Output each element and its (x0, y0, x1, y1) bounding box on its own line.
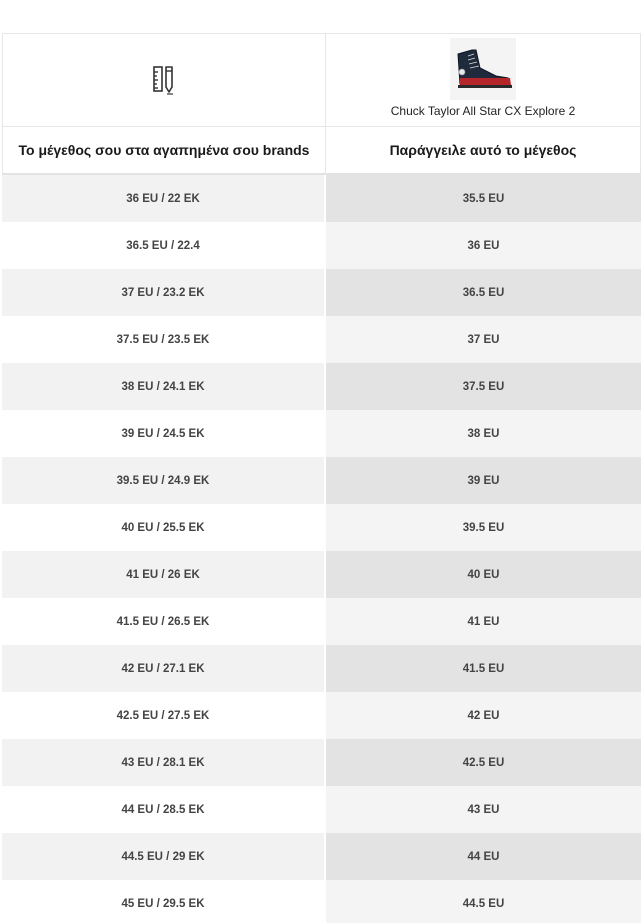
order-size-cell: 35.5 EU (326, 175, 641, 222)
order-size-cell: 43 EU (326, 786, 641, 833)
column-header-order-size: Παράγγειλε αυτό το μέγεθος (326, 127, 641, 173)
size-guide-icon-cell (2, 34, 326, 126)
order-size-cell: 37.5 EU (326, 363, 641, 410)
table-header-row: Chuck Taylor All Star CX Explore 2 (2, 34, 641, 127)
column-header-brand-size: Το μέγεθος σου στα αγαπημένα σου brands (2, 127, 326, 173)
brand-size-cell: 37 EU / 23.2 ΕΚ (2, 269, 326, 316)
size-rows: 36 EU / 22 ΕΚ 35.5 EU 36.5 EU / 22.4 36 EU 3… (2, 175, 641, 923)
table-row: 38 EU / 24.1 ΕΚ 37.5 EU (2, 363, 641, 410)
brand-size-cell: 40 EU / 25.5 ΕΚ (2, 504, 326, 551)
table-row: 40 EU / 25.5 ΕΚ 39.5 EU (2, 504, 641, 551)
order-size-cell: 36 EU (326, 222, 641, 269)
brand-size-cell: 42 EU / 27.1 ΕΚ (2, 645, 326, 692)
table-row: 37.5 EU / 23.5 ΕΚ 37 EU (2, 316, 641, 363)
brand-size-cell: 42.5 EU / 27.5 ΕΚ (2, 692, 326, 739)
order-size-cell: 42.5 EU (326, 739, 641, 786)
product-name[interactable]: Chuck Taylor All Star CX Explore 2 (391, 104, 576, 118)
sneaker-image (450, 38, 516, 100)
table-row: 37 EU / 23.2 ΕΚ 36.5 EU (2, 269, 641, 316)
order-size-cell: 44.5 EU (326, 880, 641, 923)
order-size-cell: 37 EU (326, 316, 641, 363)
order-size-cell: 36.5 EU (326, 269, 641, 316)
brand-size-cell: 36.5 EU / 22.4 (2, 222, 326, 269)
brand-size-cell: 44 EU / 28.5 ΕΚ (2, 786, 326, 833)
brand-size-cell: 43 EU / 28.1 ΕΚ (2, 739, 326, 786)
order-size-cell: 41 EU (326, 598, 641, 645)
brand-size-cell: 37.5 EU / 23.5 ΕΚ (2, 316, 326, 363)
order-size-cell: 42 EU (326, 692, 641, 739)
table-row: 36 EU / 22 ΕΚ 35.5 EU (2, 175, 641, 222)
table-row: 41.5 EU / 26.5 ΕΚ 41 EU (2, 598, 641, 645)
table-row: 42 EU / 27.1 ΕΚ 41.5 EU (2, 645, 641, 692)
brand-size-cell: 39.5 EU / 24.9 ΕΚ (2, 457, 326, 504)
table-row: 42.5 EU / 27.5 ΕΚ 42 EU (2, 692, 641, 739)
table-row: 45 EU / 29.5 ΕΚ 44.5 EU (2, 880, 641, 923)
order-size-cell: 40 EU (326, 551, 641, 598)
table-row: 36.5 EU / 22.4 36 EU (2, 222, 641, 269)
column-header-row: Το μέγεθος σου στα αγαπημένα σου brands … (2, 127, 641, 175)
brand-size-cell: 44.5 EU / 29 ΕΚ (2, 833, 326, 880)
order-size-cell: 38 EU (326, 410, 641, 457)
table-row: 43 EU / 28.1 ΕΚ 42.5 EU (2, 739, 641, 786)
brand-size-cell: 45 EU / 29.5 ΕΚ (2, 880, 326, 923)
table-row: 44.5 EU / 29 ΕΚ 44 EU (2, 833, 641, 880)
order-size-cell: 39.5 EU (326, 504, 641, 551)
product-cell[interactable]: Chuck Taylor All Star CX Explore 2 (326, 34, 641, 126)
brand-size-cell: 39 EU / 24.5 ΕΚ (2, 410, 326, 457)
column-header-label: Παράγγειλε αυτό το μέγεθος (389, 142, 577, 158)
column-header-label: Το μέγεθος σου στα αγαπημένα σου brands (18, 142, 310, 158)
brand-size-cell: 41.5 EU / 26.5 ΕΚ (2, 598, 326, 645)
brand-size-cell: 41 EU / 26 ΕΚ (2, 551, 326, 598)
table-row: 39.5 EU / 24.9 ΕΚ 39 EU (2, 457, 641, 504)
table-row: 39 EU / 24.5 ΕΚ 38 EU (2, 410, 641, 457)
table-row: 41 EU / 26 ΕΚ 40 EU (2, 551, 641, 598)
order-size-cell: 41.5 EU (326, 645, 641, 692)
ruler-pencil-icon (153, 66, 173, 95)
size-chart-table: Chuck Taylor All Star CX Explore 2 Το μέ… (2, 33, 641, 923)
table-row: 44 EU / 28.5 ΕΚ 43 EU (2, 786, 641, 833)
order-size-cell: 44 EU (326, 833, 641, 880)
brand-size-cell: 38 EU / 24.1 ΕΚ (2, 363, 326, 410)
brand-size-cell: 36 EU / 22 ΕΚ (2, 175, 326, 222)
order-size-cell: 39 EU (326, 457, 641, 504)
